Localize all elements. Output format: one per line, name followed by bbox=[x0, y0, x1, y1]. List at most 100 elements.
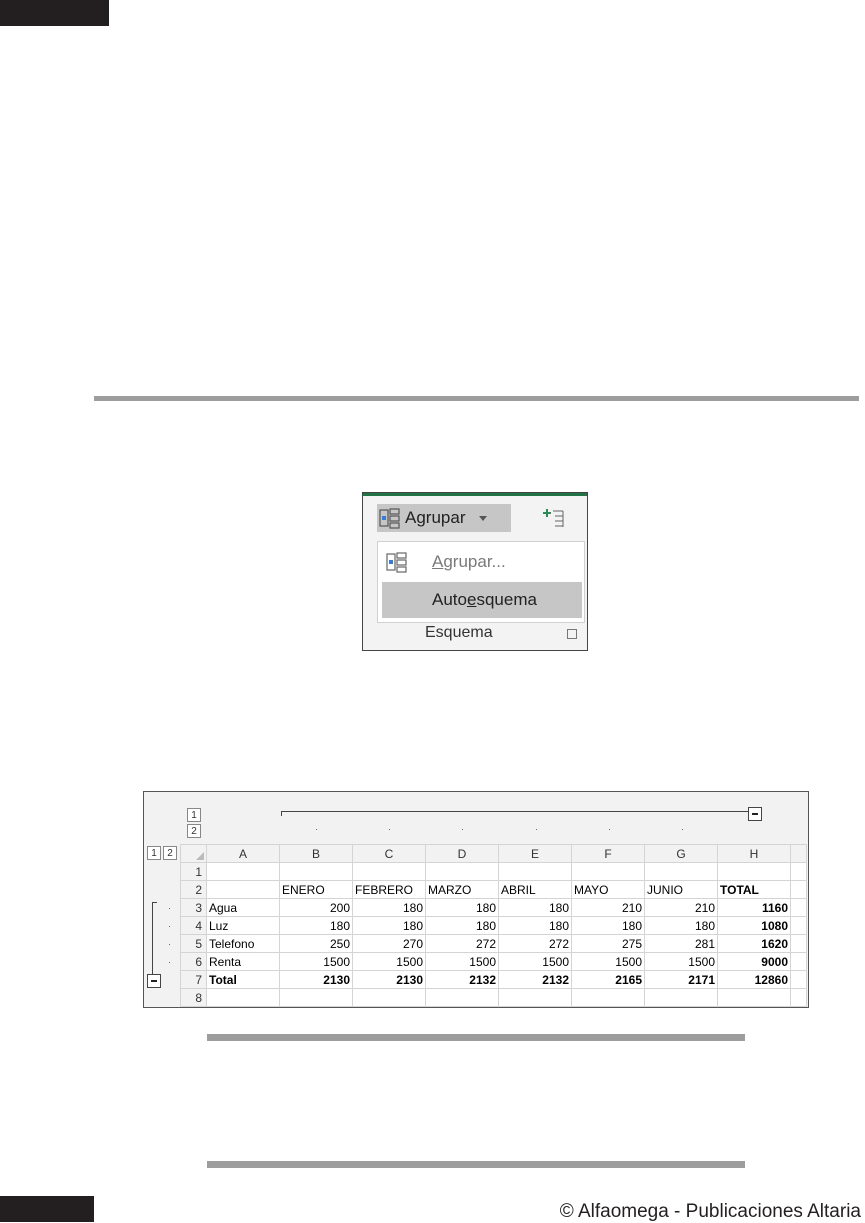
column-header-b[interactable]: B bbox=[279, 844, 353, 863]
cell[interactable]: 2171 bbox=[644, 970, 718, 989]
collapse-columns-button[interactable] bbox=[748, 807, 762, 821]
cell[interactable]: JUNIO bbox=[644, 880, 718, 899]
column-header-e[interactable]: E bbox=[498, 844, 572, 863]
cell[interactable]: FEBRERO bbox=[352, 880, 426, 899]
cell[interactable]: 2130 bbox=[279, 970, 353, 989]
cell[interactable] bbox=[206, 988, 280, 1007]
cell[interactable]: Telefono bbox=[206, 934, 280, 953]
cell[interactable] bbox=[571, 988, 645, 1007]
column-header-g[interactable]: G bbox=[644, 844, 718, 863]
cell[interactable]: 2132 bbox=[498, 970, 572, 989]
cell[interactable]: Luz bbox=[206, 916, 280, 935]
cell[interactable]: 272 bbox=[498, 934, 572, 953]
cell[interactable] bbox=[352, 988, 426, 1007]
cell[interactable]: 1500 bbox=[352, 952, 426, 971]
row-header[interactable]: 1 bbox=[180, 862, 207, 881]
cell[interactable]: 210 bbox=[571, 898, 645, 917]
column-level-2-button[interactable]: 2 bbox=[187, 824, 201, 838]
cell[interactable]: Agua bbox=[206, 898, 280, 917]
cell[interactable]: 275 bbox=[571, 934, 645, 953]
cell[interactable] bbox=[571, 862, 645, 881]
column-level-1-button[interactable]: 1 bbox=[187, 808, 201, 822]
menu-item-autoesquema[interactable]: Autoesquema bbox=[382, 582, 582, 618]
cell[interactable]: Renta bbox=[206, 952, 280, 971]
cell[interactable]: 180 bbox=[498, 898, 572, 917]
cell[interactable]: 180 bbox=[279, 916, 353, 935]
cell[interactable]: 1620 bbox=[717, 934, 791, 953]
column-header-a[interactable]: A bbox=[206, 844, 280, 863]
row-header[interactable]: 8 bbox=[180, 988, 207, 1007]
cell[interactable]: TOTAL bbox=[717, 880, 791, 899]
cell[interactable]: 1500 bbox=[644, 952, 718, 971]
row-header[interactable]: 4 bbox=[180, 916, 207, 935]
cell[interactable] bbox=[790, 988, 807, 1007]
column-header-d[interactable]: D bbox=[425, 844, 499, 863]
cell[interactable]: 250 bbox=[279, 934, 353, 953]
cell[interactable]: 9000 bbox=[717, 952, 791, 971]
row-header[interactable]: 3 bbox=[180, 898, 207, 917]
column-header-f[interactable]: F bbox=[571, 844, 645, 863]
cell[interactable]: 1500 bbox=[279, 952, 353, 971]
column-header-h[interactable]: H bbox=[717, 844, 791, 863]
cell[interactable]: MARZO bbox=[425, 880, 499, 899]
cell[interactable] bbox=[352, 862, 426, 881]
agrupar-dropdown-button[interactable]: Agrupar bbox=[377, 504, 511, 532]
cell[interactable]: Total bbox=[206, 970, 280, 989]
cell[interactable] bbox=[498, 988, 572, 1007]
cell[interactable]: 1500 bbox=[498, 952, 572, 971]
cell[interactable] bbox=[790, 880, 807, 899]
cell[interactable] bbox=[790, 970, 807, 989]
cell[interactable]: 180 bbox=[571, 916, 645, 935]
column-header-c[interactable]: C bbox=[352, 844, 426, 863]
cell[interactable]: 1160 bbox=[717, 898, 791, 917]
cell[interactable]: ENERO bbox=[279, 880, 353, 899]
cell[interactable] bbox=[717, 988, 791, 1007]
cell[interactable]: 180 bbox=[644, 916, 718, 935]
cell[interactable]: 180 bbox=[352, 898, 426, 917]
collapse-rows-button[interactable] bbox=[147, 974, 161, 988]
cell[interactable] bbox=[644, 862, 718, 881]
cell[interactable] bbox=[790, 916, 807, 935]
cell[interactable]: 12860 bbox=[717, 970, 791, 989]
cell[interactable]: 2132 bbox=[425, 970, 499, 989]
row-header[interactable]: 5 bbox=[180, 934, 207, 953]
cell[interactable]: 200 bbox=[279, 898, 353, 917]
row-header[interactable]: 6 bbox=[180, 952, 207, 971]
cell[interactable]: 180 bbox=[498, 916, 572, 935]
row-level-2-button[interactable]: 2 bbox=[163, 846, 177, 860]
cell[interactable] bbox=[206, 862, 280, 881]
cell[interactable]: 272 bbox=[425, 934, 499, 953]
cell[interactable]: 210 bbox=[644, 898, 718, 917]
cell[interactable] bbox=[790, 952, 807, 971]
cell[interactable]: 180 bbox=[425, 916, 499, 935]
cell[interactable]: 180 bbox=[352, 916, 426, 935]
row-header[interactable]: 7 bbox=[180, 970, 207, 989]
dialog-launcher-icon[interactable] bbox=[567, 629, 577, 639]
cell[interactable] bbox=[498, 862, 572, 881]
cell[interactable]: 1080 bbox=[717, 916, 791, 935]
cell[interactable]: MAYO bbox=[571, 880, 645, 899]
cell[interactable] bbox=[644, 988, 718, 1007]
cell[interactable] bbox=[425, 862, 499, 881]
cell[interactable]: 2130 bbox=[352, 970, 426, 989]
menu-item-agrupar[interactable]: Agrupar... bbox=[378, 544, 584, 580]
cell[interactable]: 281 bbox=[644, 934, 718, 953]
cell[interactable] bbox=[717, 862, 791, 881]
row-level-1-button[interactable]: 1 bbox=[147, 846, 161, 860]
column-header-i[interactable] bbox=[790, 844, 807, 863]
cell[interactable] bbox=[279, 988, 353, 1007]
select-all-corner[interactable] bbox=[180, 844, 207, 863]
cell[interactable]: 180 bbox=[425, 898, 499, 917]
cell[interactable] bbox=[206, 880, 280, 899]
cell[interactable]: ABRIL bbox=[498, 880, 572, 899]
show-detail-icon[interactable] bbox=[541, 507, 567, 531]
cell[interactable] bbox=[425, 988, 499, 1007]
row-header[interactable]: 2 bbox=[180, 880, 207, 899]
cell[interactable]: 1500 bbox=[425, 952, 499, 971]
cell[interactable]: 270 bbox=[352, 934, 426, 953]
cell[interactable] bbox=[790, 934, 807, 953]
cell[interactable]: 2165 bbox=[571, 970, 645, 989]
cell[interactable] bbox=[790, 898, 807, 917]
cell[interactable] bbox=[790, 862, 807, 881]
cell[interactable]: 1500 bbox=[571, 952, 645, 971]
